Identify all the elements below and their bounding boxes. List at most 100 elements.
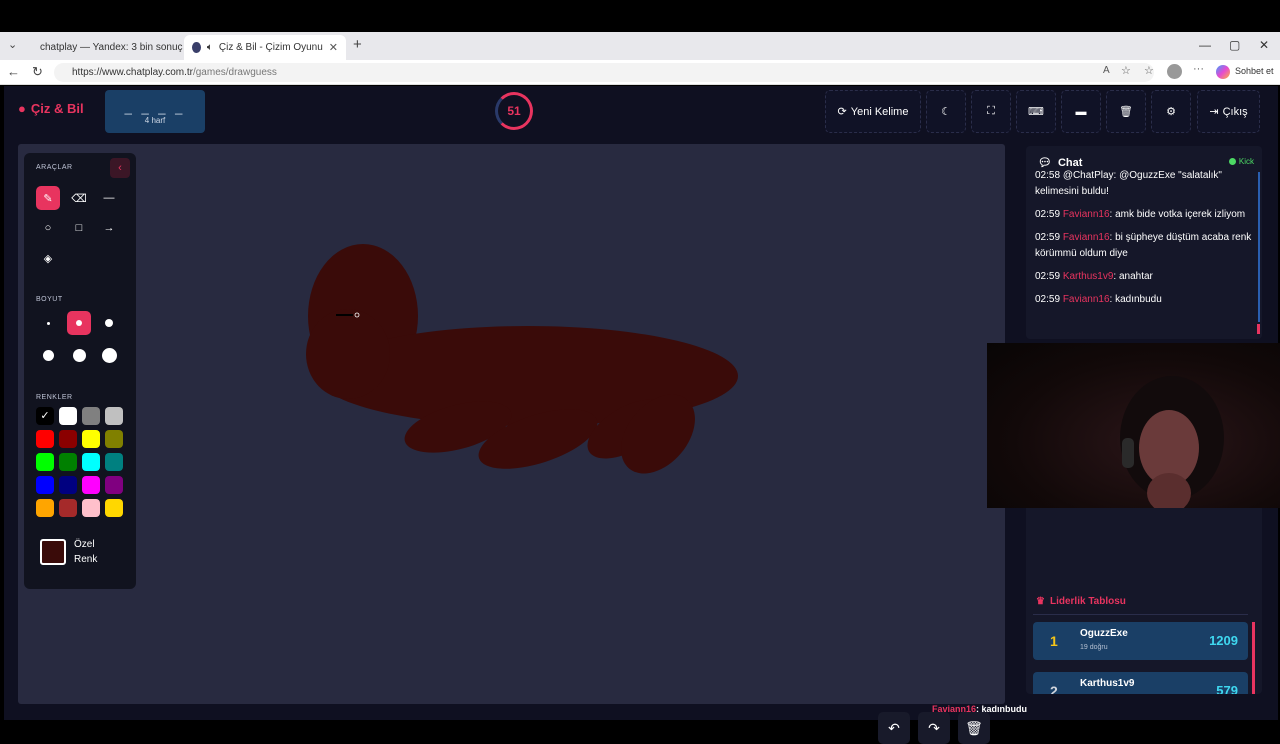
size-dot xyxy=(42,349,54,361)
settings-button[interactable]: ⚙ xyxy=(1151,90,1191,133)
eraser-tool[interactable]: ⌫ xyxy=(67,186,91,210)
dark-mode-button[interactable]: ☾ xyxy=(926,90,966,133)
color-swatch[interactable] xyxy=(105,453,123,471)
color-swatch[interactable] xyxy=(36,499,54,517)
trash-icon: 🗑︎ xyxy=(1119,106,1133,118)
color-swatch[interactable] xyxy=(105,476,123,494)
size-3[interactable] xyxy=(97,311,121,335)
back-icon[interactable]: ← xyxy=(7,64,20,79)
close-window-button[interactable]: ✕ xyxy=(1259,38,1269,52)
color-swatch[interactable] xyxy=(59,407,77,425)
custom-color-label-2: Renk xyxy=(74,554,98,565)
color-swatch[interactable] xyxy=(36,453,54,471)
new-word-button[interactable]: ⟳ Yeni Kelime xyxy=(825,90,921,133)
undo-icon: ↶ xyxy=(888,719,900,736)
new-tab-button[interactable]: + xyxy=(353,36,362,53)
chat-messages[interactable]: 02:58 @ChatPlay: @OguzzExe "salatalık" k… xyxy=(1035,168,1253,328)
refresh-icon[interactable]: ↻ xyxy=(32,64,43,80)
palette-icon: ● xyxy=(18,101,26,116)
circle-icon: ○ xyxy=(44,222,52,234)
keyboard-button[interactable]: ⌨ xyxy=(1016,90,1056,133)
exit-label: Çıkış xyxy=(1222,105,1248,118)
copilot-label[interactable]: Sohbet et xyxy=(1235,66,1274,76)
message-user: Karthus1v9 xyxy=(1062,271,1114,282)
gamepad-icon xyxy=(192,42,201,53)
size-6[interactable] xyxy=(97,343,121,367)
size-2[interactable] xyxy=(67,311,91,335)
tab-drawguess[interactable]: 🔈︎ Çiz & Bil - Çizim Oyunu ✕ xyxy=(184,35,346,60)
redo-button[interactable]: ↷ xyxy=(918,712,950,744)
color-swatch[interactable] xyxy=(82,453,100,471)
brush-tool[interactable]: ✎ xyxy=(36,186,60,210)
message-text: : anahtar xyxy=(1113,271,1153,282)
tab-yandex[interactable]: chatplay — Yandex: 3 bin sonuç b ✕ xyxy=(26,35,184,60)
eraser-icon: ⌫ xyxy=(71,192,87,205)
rank: 2 xyxy=(1050,683,1058,694)
size-dot xyxy=(72,348,86,362)
color-swatch[interactable] xyxy=(59,453,77,471)
color-swatch[interactable] xyxy=(36,476,54,494)
rank: 1 xyxy=(1050,633,1058,649)
circle-tool[interactable]: ○ xyxy=(36,216,60,240)
message-user: Faviann16 xyxy=(1062,294,1110,305)
line-tool[interactable]: — xyxy=(97,186,121,210)
collapse-button[interactable]: ‹ xyxy=(110,158,130,178)
exit-button[interactable]: ⇥ Çıkış xyxy=(1197,90,1260,133)
arrow-tool[interactable]: → xyxy=(97,216,121,240)
color-swatch[interactable]: ✓ xyxy=(36,407,54,425)
fill-tool[interactable]: ◈ xyxy=(36,246,60,270)
leaderboard-panel: ♛ Liderlik Tablosu 1 OguzzExe 19 doğru 1209… xyxy=(1026,498,1262,694)
more-icon[interactable]: ··· xyxy=(1193,63,1204,75)
overlay-user: Faviann16 xyxy=(932,704,977,714)
url-input[interactable]: https://www.chatplay.com.tr/games/drawgu… xyxy=(54,63,1154,82)
message-user: Faviann16 xyxy=(1062,232,1110,243)
chevron-left-icon: ‹ xyxy=(118,162,122,174)
minimize-button[interactable]: — xyxy=(1199,38,1211,52)
color-swatch[interactable] xyxy=(105,499,123,517)
chat-scroll-thumb[interactable] xyxy=(1257,324,1260,334)
clear-canvas-button[interactable]: 🗑︎ xyxy=(958,712,990,744)
leaderboard-scroll-thumb[interactable] xyxy=(1252,622,1255,694)
brush-icon: ✎ xyxy=(43,192,53,205)
tab-list-icon[interactable]: ⌄ xyxy=(8,38,17,51)
crown-icon: ♛ xyxy=(1036,596,1045,607)
player-name: Karthus1v9 xyxy=(1080,678,1135,689)
maximize-button[interactable]: ▢ xyxy=(1229,38,1240,52)
chat-scrollbar[interactable] xyxy=(1258,172,1260,322)
favorites-bar-icon[interactable]: ☆ xyxy=(1144,64,1154,77)
new-word-label: Yeni Kelime xyxy=(850,105,909,118)
rectangle-tool[interactable]: □ xyxy=(67,216,91,240)
color-swatch[interactable] xyxy=(105,430,123,448)
color-swatch[interactable] xyxy=(82,430,100,448)
color-swatch[interactable] xyxy=(36,430,54,448)
color-swatch[interactable] xyxy=(82,476,100,494)
read-aloud-icon[interactable]: A xyxy=(1103,65,1110,76)
archive-button[interactable]: ▬ xyxy=(1061,90,1101,133)
profile-avatar[interactable] xyxy=(1167,64,1182,79)
undo-button[interactable]: ↶ xyxy=(878,712,910,744)
custom-color-button[interactable]: Özel Renk xyxy=(40,533,120,571)
size-4[interactable] xyxy=(36,343,60,367)
refresh-icon: ⟳ xyxy=(837,106,847,118)
archive-icon: ▬ xyxy=(1075,105,1087,118)
favorite-icon[interactable]: ☆ xyxy=(1121,64,1131,77)
size-5[interactable] xyxy=(67,343,91,367)
color-swatch[interactable] xyxy=(82,407,100,425)
fullscreen-button[interactable]: ⛶ xyxy=(971,90,1011,133)
speaker-icon[interactable]: 🔈︎ xyxy=(207,42,213,53)
color-swatch[interactable] xyxy=(59,499,77,517)
copilot-icon[interactable] xyxy=(1216,65,1230,79)
color-swatch[interactable] xyxy=(59,430,77,448)
close-icon[interactable]: ✕ xyxy=(329,41,338,54)
size-1[interactable] xyxy=(36,311,60,335)
chat-message: 02:59 Faviann16: kadınbudu xyxy=(1035,292,1253,308)
drawing-canvas[interactable]: ↶ ↷ 🗑︎ xyxy=(18,144,1005,744)
custom-color-label: Özel Renk xyxy=(74,537,97,567)
clear-button[interactable]: 🗑︎ xyxy=(1106,90,1146,133)
chat-message: 02:58 @ChatPlay: @OguzzExe "salatalık" k… xyxy=(1035,168,1253,200)
tab-title: chatplay — Yandex: 3 bin sonuç b xyxy=(40,42,184,53)
message-text: : amk bide votka içerek izliyom xyxy=(1109,209,1246,220)
color-swatch[interactable] xyxy=(82,499,100,517)
color-swatch[interactable] xyxy=(105,407,123,425)
color-swatch[interactable] xyxy=(59,476,77,494)
